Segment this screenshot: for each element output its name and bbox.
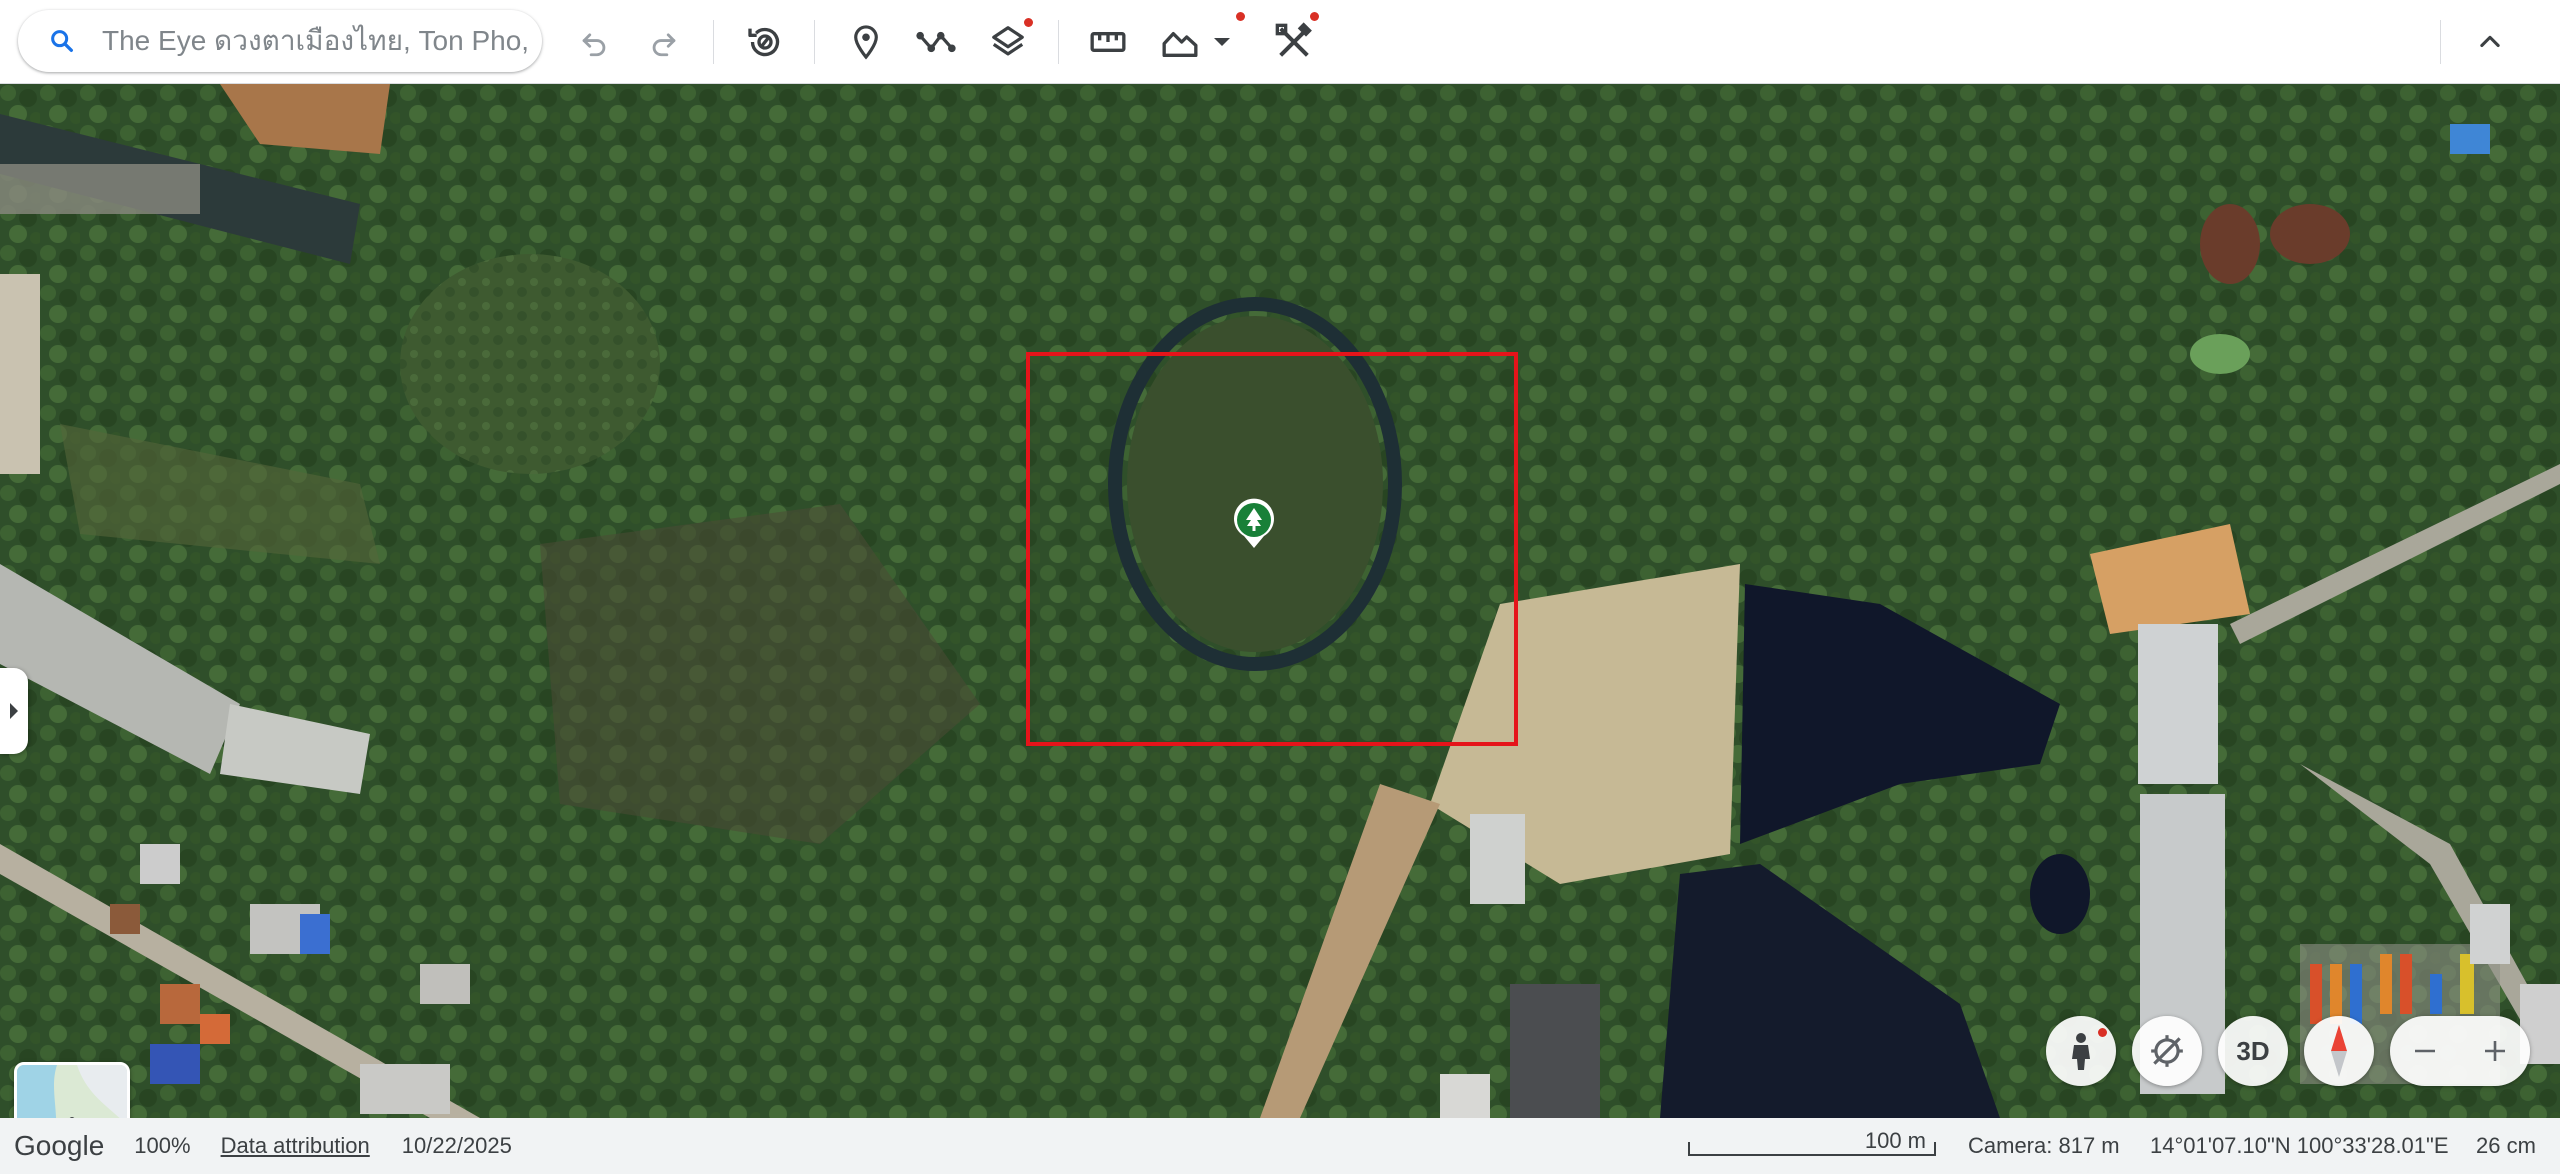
add-path-icon: [916, 31, 956, 53]
elevation-readout: 26 cm: [2476, 1133, 2536, 1158]
street-view-button[interactable]: [2046, 1016, 2116, 1086]
historical-imagery-icon: [748, 27, 780, 57]
toolbar-divider: [2440, 20, 2441, 64]
redo-icon: [652, 33, 676, 57]
toggle-3d-button[interactable]: 3D: [2218, 1016, 2288, 1086]
pegman-icon: [2072, 1033, 2090, 1070]
satellite-map-view[interactable]: 3D: [0, 84, 2560, 1118]
undo-icon: [582, 33, 606, 57]
notification-dot: [1310, 12, 1319, 21]
dropdown-arrow-icon: [1214, 38, 1230, 46]
scale-ruler: [1688, 1142, 1936, 1156]
notification-dot: [1024, 18, 1033, 27]
imagery-date: 10/22/2025: [401, 1133, 512, 1158]
zoom-control: [2390, 1016, 2530, 1086]
minimap-image: [17, 1065, 127, 1118]
status-bar: Google 100% Data attribution 10/22/2025 …: [0, 1118, 2560, 1174]
minus-icon: [2415, 1049, 2435, 1053]
toolbar-divider: [713, 20, 714, 64]
zoom-in-button[interactable]: [2460, 1016, 2530, 1086]
add-placemark-icon: [854, 25, 878, 60]
toolbar-divider: [1058, 20, 1059, 64]
collapse-toolbar-button[interactable]: [2464, 16, 2516, 68]
compass-icon: [2331, 1025, 2347, 1077]
tilt-off-icon: [2151, 1035, 2183, 1067]
google-logo: Google: [14, 1130, 105, 1161]
elevation-dropdown-button[interactable]: [1202, 16, 1242, 68]
historical-imagery-button[interactable]: [739, 16, 791, 68]
add-placemark-button[interactable]: [840, 16, 892, 68]
expand-side-panel-button[interactable]: [0, 668, 28, 754]
layers-icon: [992, 26, 1024, 56]
elevation-profile-button[interactable]: [1154, 12, 1245, 68]
tree-placemark-icon[interactable]: [1232, 498, 1276, 550]
search-input[interactable]: [100, 24, 534, 58]
layers-button[interactable]: [982, 16, 1034, 68]
chevron-right-icon: [10, 703, 18, 719]
top-toolbar: [0, 0, 2560, 84]
camera-altitude: Camera: 817 m: [1968, 1133, 2120, 1158]
elevation-profile-icon: [1162, 32, 1198, 57]
add-path-button[interactable]: [910, 16, 962, 68]
notification-dot: [1236, 12, 1245, 21]
undo-button[interactable]: [568, 16, 620, 68]
zoom-out-button[interactable]: [2390, 1016, 2460, 1086]
reset-tilt-button[interactable]: [2132, 1016, 2202, 1086]
data-attribution-link[interactable]: Data attribution: [221, 1133, 370, 1159]
compass-button[interactable]: [2304, 1016, 2374, 1086]
cursor-coordinates: 14°01'07.10"N 100°33'28.01"E: [2150, 1133, 2449, 1158]
search-box[interactable]: [18, 10, 542, 72]
search-icon[interactable]: [42, 21, 82, 61]
collapse-chevron-icon: [2480, 35, 2500, 48]
toolbar-divider: [814, 20, 815, 64]
tools-button[interactable]: [1268, 12, 1320, 68]
redo-button[interactable]: [638, 16, 690, 68]
measure-button[interactable]: [1082, 16, 1134, 68]
minimap[interactable]: [14, 1062, 130, 1118]
measure-icon: [1090, 32, 1126, 52]
scale-bar: 100 m: [1688, 1128, 1936, 1158]
tools-icon: [1275, 22, 1312, 57]
plus-icon: [2485, 1041, 2505, 1061]
notification-dot: [2098, 1028, 2107, 1037]
zoom-percent: 100%: [134, 1133, 191, 1158]
